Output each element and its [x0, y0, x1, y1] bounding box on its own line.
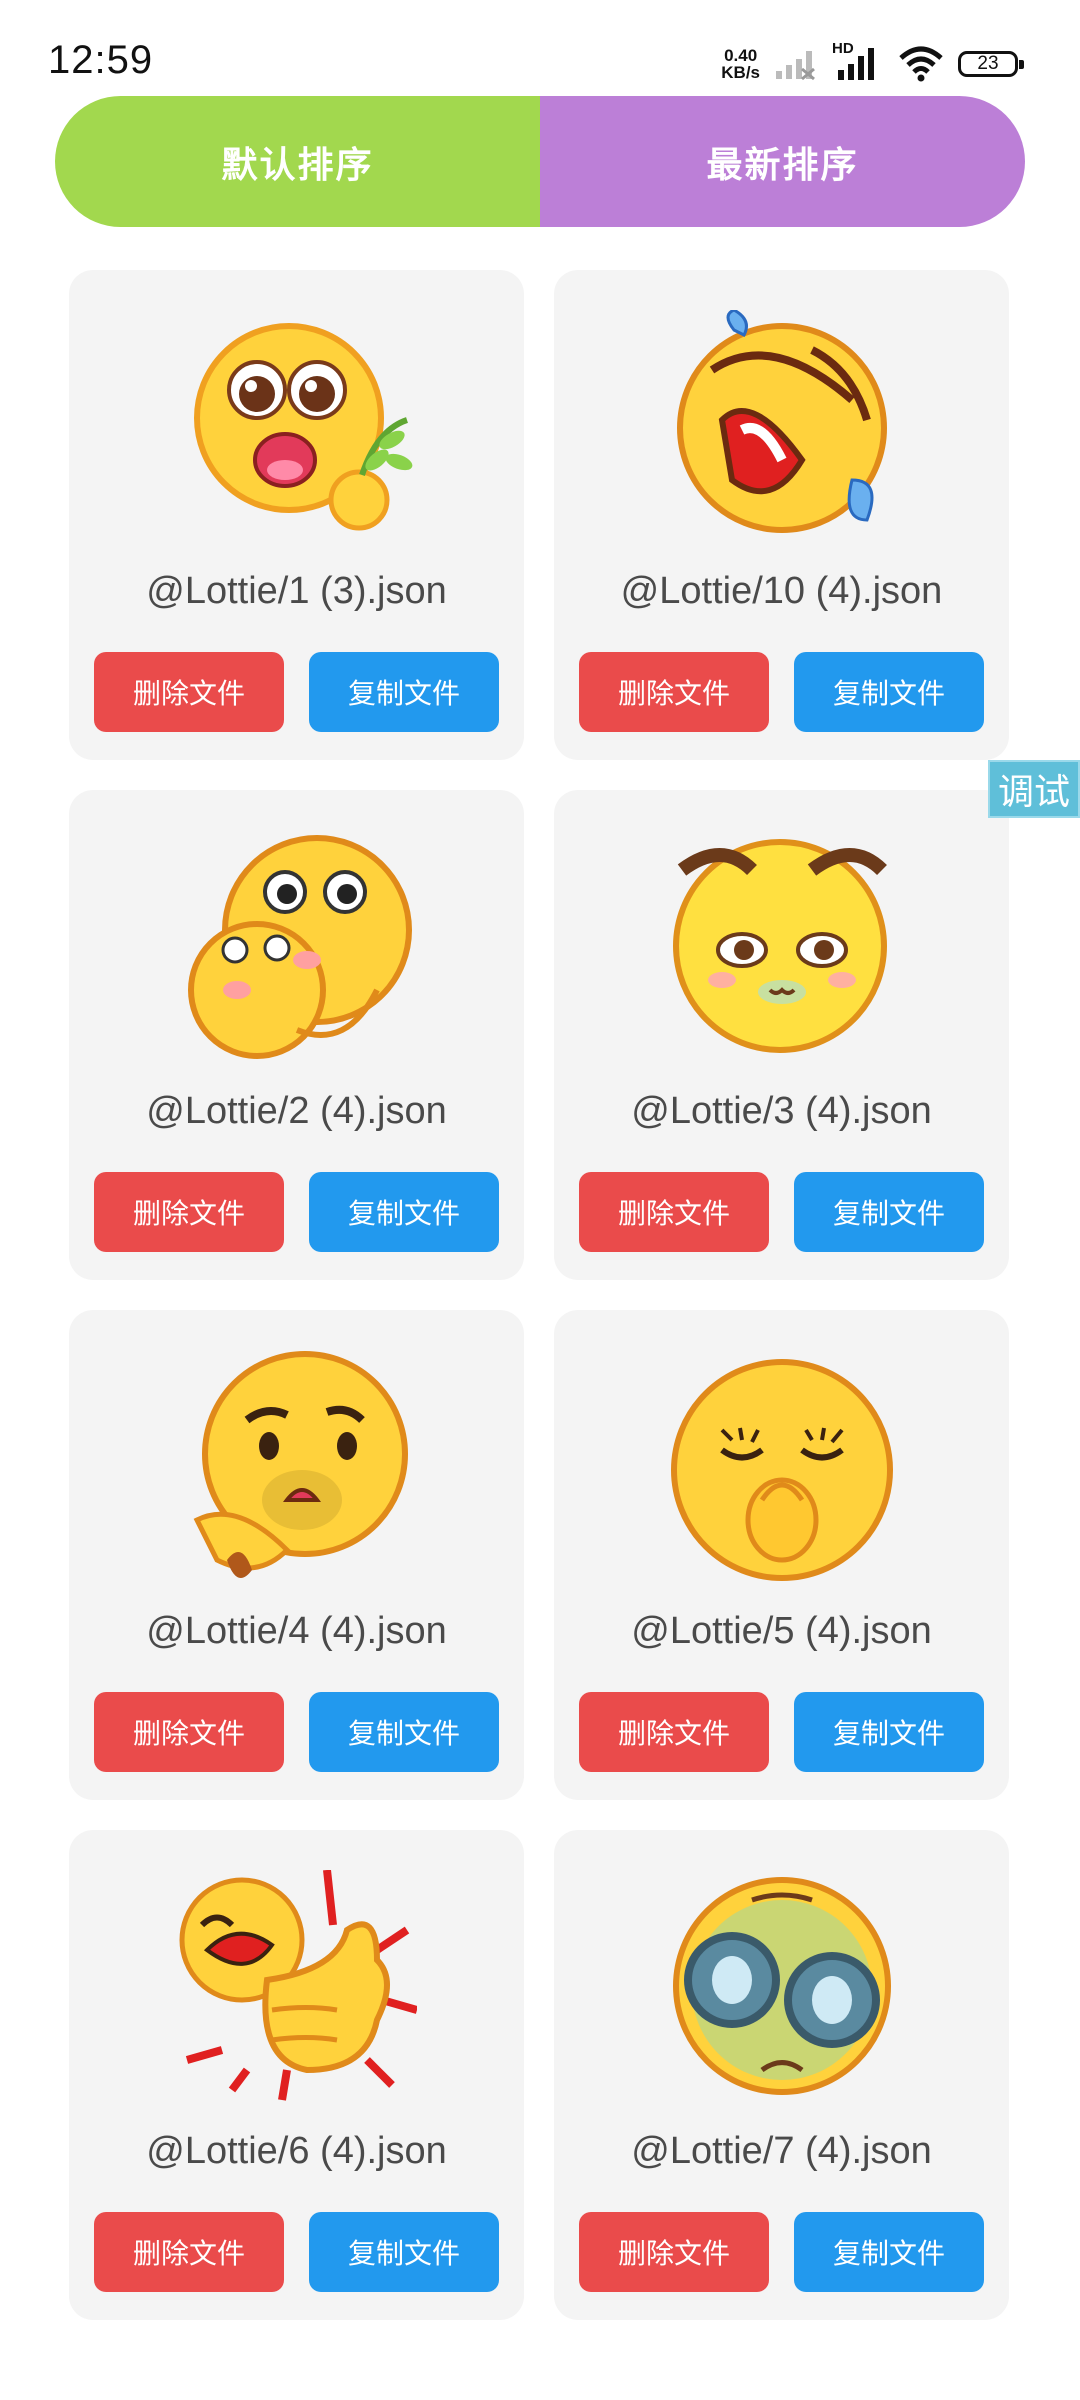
- lottie-card: @Lottie/3 (4).json 删除文件 复制文件: [554, 790, 1009, 1280]
- status-time: 12:59: [48, 38, 154, 82]
- card-actions: 删除文件 复制文件: [94, 2212, 499, 2292]
- hand-on-mouth-emoji-icon[interactable]: [662, 1350, 902, 1590]
- lottie-card: @Lottie/2 (4).json 删除文件 复制文件: [69, 790, 524, 1280]
- card-actions: 删除文件 复制文件: [579, 2212, 984, 2292]
- copy-file-button[interactable]: 复制文件: [309, 2212, 499, 2292]
- delete-file-button[interactable]: 删除文件: [579, 1172, 769, 1252]
- sort-toggle: 默认排序 最新排序: [55, 96, 1025, 227]
- lottie-card: @Lottie/6 (4).json 删除文件 复制文件: [69, 1830, 524, 2320]
- file-name: @Lottie/10 (4).json: [620, 570, 943, 612]
- lottie-card: @Lottie/7 (4).json 删除文件 复制文件: [554, 1830, 1009, 2320]
- file-name: @Lottie/3 (4).json: [631, 1090, 932, 1132]
- network-speed: 0.40 KB/s: [721, 47, 760, 81]
- card-actions: 删除文件 复制文件: [579, 652, 984, 732]
- copy-file-button[interactable]: 复制文件: [309, 1692, 499, 1772]
- lottie-card: @Lottie/5 (4).json 删除文件 复制文件: [554, 1310, 1009, 1800]
- delete-file-button[interactable]: 删除文件: [579, 652, 769, 732]
- delete-file-button[interactable]: 删除文件: [94, 1172, 284, 1252]
- copy-file-button[interactable]: 复制文件: [309, 652, 499, 732]
- lottie-file-grid: @Lottie/1 (3).json 删除文件 复制文件 @Lottie/10 …: [69, 270, 1011, 2320]
- file-name: @Lottie/7 (4).json: [631, 2130, 932, 2172]
- laughing-tears-emoji-icon[interactable]: [662, 310, 902, 550]
- network-label: HD: [832, 40, 854, 57]
- sort-latest-button[interactable]: 最新排序: [540, 96, 1025, 227]
- signal-icon: HD: [832, 40, 884, 82]
- delete-file-button[interactable]: 删除文件: [579, 1692, 769, 1772]
- delete-file-button[interactable]: 删除文件: [94, 2212, 284, 2292]
- card-actions: 删除文件 复制文件: [94, 652, 499, 732]
- file-name: @Lottie/2 (4).json: [146, 1090, 447, 1132]
- file-name: @Lottie/1 (3).json: [146, 570, 447, 612]
- delete-file-button[interactable]: 删除文件: [579, 2212, 769, 2292]
- shy-face-emoji-icon[interactable]: [662, 830, 902, 1070]
- file-name: @Lottie/4 (4).json: [146, 1610, 447, 1652]
- copy-file-button[interactable]: 复制文件: [794, 1692, 984, 1772]
- copy-file-button[interactable]: 复制文件: [309, 1172, 499, 1252]
- lottie-card: @Lottie/1 (3).json 删除文件 复制文件: [69, 270, 524, 760]
- thinking-face-emoji-icon[interactable]: [177, 1350, 417, 1590]
- card-actions: 删除文件 复制文件: [579, 1172, 984, 1252]
- card-actions: 删除文件 复制文件: [94, 1692, 499, 1772]
- network-speed-value: 0.40: [724, 46, 758, 65]
- lottie-card: @Lottie/4 (4).json 删除文件 复制文件: [69, 1310, 524, 1800]
- lottie-card: @Lottie/10 (4).json 删除文件 复制文件: [554, 270, 1009, 760]
- battery-icon: 23: [958, 51, 1024, 77]
- network-speed-unit: KB/s: [721, 63, 760, 82]
- copy-file-button[interactable]: 复制文件: [794, 2212, 984, 2292]
- signal-off-icon: [776, 51, 815, 81]
- file-name: @Lottie/5 (4).json: [631, 1610, 932, 1652]
- delete-file-button[interactable]: 删除文件: [94, 652, 284, 732]
- sort-default-button[interactable]: 默认排序: [55, 96, 540, 227]
- thumbs-up-laugh-emoji-icon[interactable]: [177, 1870, 417, 2110]
- excited-face-emoji-icon[interactable]: [177, 310, 417, 550]
- wifi-icon: [899, 46, 943, 82]
- status-icons: 0.40 KB/s HD 23: [721, 40, 1024, 84]
- copy-file-button[interactable]: 复制文件: [794, 652, 984, 732]
- card-actions: 删除文件 复制文件: [94, 1172, 499, 1252]
- hugging-faces-emoji-icon[interactable]: [177, 830, 417, 1070]
- goggles-face-emoji-icon[interactable]: [662, 1870, 902, 2110]
- copy-file-button[interactable]: 复制文件: [794, 1172, 984, 1252]
- file-name: @Lottie/6 (4).json: [146, 2130, 447, 2172]
- card-actions: 删除文件 复制文件: [579, 1692, 984, 1772]
- delete-file-button[interactable]: 删除文件: [94, 1692, 284, 1772]
- debug-button[interactable]: 调试: [988, 760, 1080, 818]
